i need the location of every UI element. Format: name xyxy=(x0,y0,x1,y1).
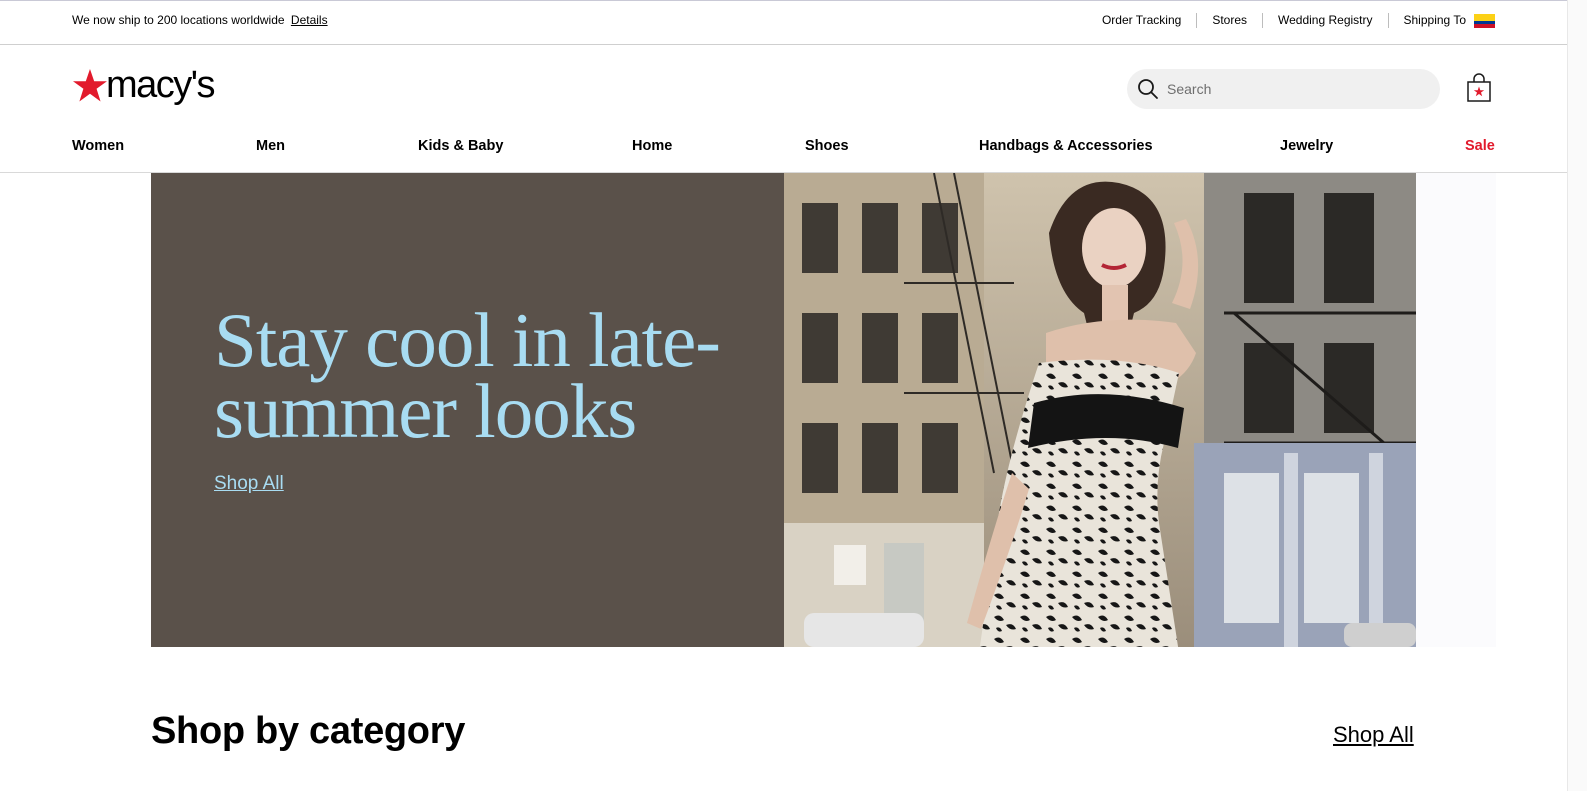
logo-wordmark: macy's xyxy=(105,64,216,106)
utility-bar: We now ship to 200 locations worldwide D… xyxy=(0,0,1567,45)
nav-item-kids-baby[interactable]: Kids & Baby xyxy=(418,138,503,154)
main-nav: Women Men Kids & Baby Home Shoes Handbag… xyxy=(0,126,1567,173)
nav-item-men[interactable]: Men xyxy=(256,138,285,154)
nav-item-jewelry[interactable]: Jewelry xyxy=(1280,138,1333,154)
nav-item-handbags-accessories[interactable]: Handbags & Accessories xyxy=(979,138,1153,154)
details-link[interactable]: Details xyxy=(291,13,328,27)
order-tracking-link[interactable]: Order Tracking xyxy=(1087,13,1198,28)
shop-by-category-heading: Shop by category xyxy=(151,710,466,752)
hero-edge xyxy=(1416,173,1496,647)
utility-links: Order Tracking Stores Wedding Registry S… xyxy=(1087,13,1495,28)
colombia-flag-icon[interactable] xyxy=(1474,13,1495,28)
shipping-message: We now ship to 200 locations worldwide D… xyxy=(72,13,328,27)
macys-logo[interactable]: macy's xyxy=(72,64,216,110)
nav-item-shoes[interactable]: Shoes xyxy=(805,138,849,154)
nav-item-sale[interactable]: Sale xyxy=(1465,138,1495,154)
search-bar[interactable] xyxy=(1127,69,1440,109)
shop-all-categories-link[interactable]: Shop All xyxy=(1333,722,1414,748)
hero-text-panel: Stay cool in late-summer looks Shop All xyxy=(151,173,784,647)
shipping-to-link[interactable]: Shipping To xyxy=(1389,13,1475,28)
hero-image[interactable] xyxy=(784,173,1416,647)
hero-shop-all-link[interactable]: Shop All xyxy=(214,473,284,495)
page-scrollbar[interactable] xyxy=(1567,0,1587,791)
red-star-icon xyxy=(72,69,107,102)
hero-photo-illustration xyxy=(784,173,1416,647)
wedding-registry-link[interactable]: Wedding Registry xyxy=(1263,13,1389,28)
hero-banner[interactable]: Stay cool in late-summer looks Shop All xyxy=(151,173,1416,647)
nav-item-women[interactable]: Women xyxy=(72,138,124,154)
main-header: macy's xyxy=(0,46,1567,126)
search-icon[interactable] xyxy=(1137,78,1159,100)
stores-link[interactable]: Stores xyxy=(1197,13,1263,28)
shipping-message-text: We now ship to 200 locations worldwide xyxy=(72,13,285,27)
nav-item-home[interactable]: Home xyxy=(632,138,672,154)
search-input[interactable] xyxy=(1167,81,1417,97)
hero-heading: Stay cool in late-summer looks xyxy=(214,297,721,454)
shopping-bag-icon[interactable] xyxy=(1466,73,1492,103)
